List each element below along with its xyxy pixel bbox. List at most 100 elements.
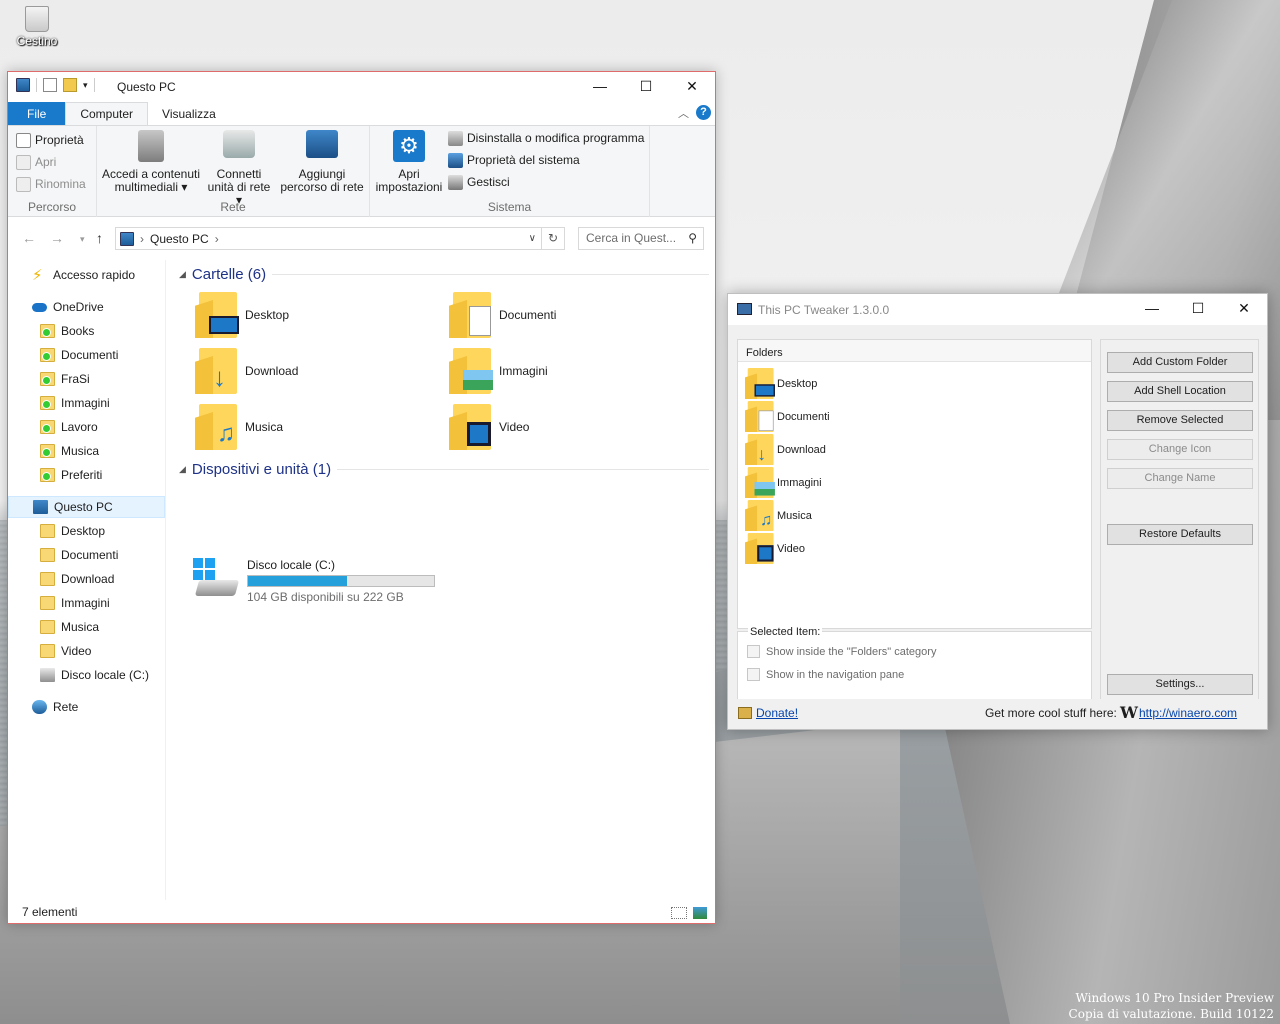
maximize-button[interactable]: ☐	[1175, 294, 1221, 322]
recent-locations-icon[interactable]: ▾	[80, 234, 85, 245]
folders-list-header: Folders	[738, 340, 1091, 362]
map-network-drive-button[interactable]: Connetti unità di rete ▾	[203, 130, 275, 207]
maximize-button[interactable]: ☐	[623, 72, 669, 100]
address-bar[interactable]: › Questo PC › ∨	[115, 227, 542, 250]
up-arrow-icon[interactable]: ↑	[96, 230, 103, 246]
address-dropdown-icon[interactable]: ∨	[529, 233, 536, 244]
change-icon-button[interactable]: Change Icon	[1107, 439, 1253, 460]
folder-tile[interactable]: Documenti	[449, 292, 556, 338]
open-button[interactable]: Apri	[16, 151, 86, 173]
nav-item[interactable]: FraSi	[40, 368, 90, 390]
breadcrumb-this-pc[interactable]: Questo PC	[150, 232, 209, 246]
pictures-folder-icon	[449, 348, 493, 394]
show-in-folders-checkbox[interactable]: Show inside the "Folders" category	[747, 645, 936, 658]
collapse-ribbon-icon[interactable]: ︿	[678, 105, 689, 121]
nav-item[interactable]: Immagini	[40, 592, 110, 614]
settings-button[interactable]: Settings...	[1107, 674, 1253, 695]
properties-icon[interactable]	[43, 78, 57, 92]
nav-item[interactable]: Documenti	[40, 344, 118, 366]
manage-button[interactable]: Gestisci	[448, 171, 644, 193]
minimize-button[interactable]: —	[577, 72, 623, 100]
new-folder-icon[interactable]	[63, 78, 77, 92]
change-name-button[interactable]: Change Name	[1107, 468, 1253, 489]
minimize-button[interactable]: —	[1129, 294, 1175, 322]
network-icon	[32, 700, 47, 714]
restore-defaults-button[interactable]: Restore Defaults	[1107, 524, 1253, 545]
list-item[interactable]: Documenti	[745, 401, 830, 432]
nav-onedrive[interactable]: OneDrive	[32, 296, 104, 318]
devices-section-header[interactable]: ◢ Dispositivi e unità (1)	[179, 461, 709, 478]
folder-tile[interactable]: ↓ Download	[195, 348, 298, 394]
navigation-bar: ← → ▾ ↑ › Questo PC › ∨ ↻ Cerca in Quest…	[8, 217, 715, 259]
watermark-line-1: Windows 10 Pro Insider Preview	[1075, 991, 1274, 1005]
show-in-nav-pane-checkbox[interactable]: Show in the navigation pane	[747, 668, 904, 681]
nav-item[interactable]: Lavoro	[40, 416, 98, 438]
tab-file[interactable]: File	[8, 102, 66, 125]
nav-item[interactable]: Musica	[40, 616, 99, 638]
nav-network[interactable]: Rete	[32, 696, 78, 718]
rename-button[interactable]: Rinomina	[16, 173, 86, 195]
folder-tile[interactable]: Immagini	[449, 348, 548, 394]
tab-computer[interactable]: Computer	[65, 102, 149, 125]
nav-item[interactable]: Disco locale (C:)	[40, 664, 149, 686]
nav-item[interactable]: Video	[40, 640, 91, 662]
documents-folder-icon	[745, 401, 774, 432]
nav-item[interactable]: Desktop	[40, 520, 105, 542]
view-switcher	[671, 907, 707, 919]
ribbon-group-network: Accedi a contenuti multimediali ▾ Connet…	[97, 126, 370, 217]
open-settings-button[interactable]: ⚙ Apri impostazioni	[373, 130, 445, 194]
folders-list[interactable]: Folders Desktop Documenti ↓ Download Immagin…	[737, 339, 1092, 629]
nav-item[interactable]: Books	[40, 320, 94, 342]
nav-item[interactable]: Immagini	[40, 392, 110, 414]
donate-link[interactable]: Donate!	[756, 706, 798, 720]
watermark-line-2: Copia di valutazione. Build 10122	[1068, 1007, 1274, 1021]
list-item[interactable]: Immagini	[745, 467, 822, 498]
list-item[interactable]: Desktop	[745, 368, 817, 399]
recycle-bin[interactable]: Cestino	[12, 6, 62, 48]
folder-tile[interactable]: ♫ Musica	[195, 404, 283, 450]
drive-usage-fill	[248, 576, 347, 586]
help-icon[interactable]: ?	[696, 105, 711, 120]
add-custom-folder-button[interactable]: Add Custom Folder	[1107, 352, 1253, 373]
close-button[interactable]: ✕	[669, 72, 715, 100]
uninstall-program-button[interactable]: Disinstalla o modifica programma	[448, 127, 644, 149]
selected-item-group: Selected Item: Show inside the "Folders"…	[737, 626, 1092, 701]
list-item[interactable]: ♫ Musica	[745, 500, 812, 531]
list-item[interactable]: Video	[745, 533, 805, 564]
winaero-link[interactable]: http://winaero.com	[1139, 706, 1237, 720]
system-properties-icon	[448, 152, 463, 168]
drive-tile-c[interactable]: Disco locale (C:) 104 GB disponibili su …	[193, 558, 435, 604]
qat-dropdown-icon[interactable]: ▾	[83, 80, 88, 91]
forward-arrow-icon[interactable]: →	[50, 230, 64, 246]
nav-item[interactable]: Documenti	[40, 544, 118, 566]
media-access-button[interactable]: Accedi a contenuti multimediali ▾	[101, 130, 201, 194]
breadcrumb-chevron-icon[interactable]: ›	[215, 232, 219, 246]
network-drive-icon	[223, 130, 255, 158]
settings-gear-icon: ⚙	[393, 130, 425, 162]
nav-this-pc[interactable]: Questo PC	[8, 496, 165, 518]
folder-tile[interactable]: Desktop	[195, 292, 289, 338]
nav-quick-access[interactable]: ⚡ Accesso rapido	[32, 264, 135, 286]
tweaker-title-bar[interactable]: This PC Tweaker 1.3.0.0 — ☐ ✕	[728, 294, 1267, 325]
list-item[interactable]: ↓ Download	[745, 434, 826, 465]
properties-button[interactable]: Proprietà	[16, 129, 86, 151]
folders-section-header[interactable]: ◢ Cartelle (6)	[179, 266, 709, 283]
programs-icon	[448, 130, 463, 146]
title-bar[interactable]: ▾ Questo PC — ☐ ✕	[8, 72, 715, 102]
nav-item[interactable]: Download	[40, 568, 114, 590]
tab-view[interactable]: Visualizza	[148, 102, 230, 125]
large-icons-view-icon[interactable]	[693, 907, 707, 919]
close-button[interactable]: ✕	[1221, 294, 1267, 322]
back-arrow-icon[interactable]: ←	[22, 230, 36, 246]
system-properties-button[interactable]: Proprietà del sistema	[448, 149, 644, 171]
add-shell-location-button[interactable]: Add Shell Location	[1107, 381, 1253, 402]
details-view-icon[interactable]	[671, 907, 687, 919]
refresh-button[interactable]: ↻	[542, 227, 565, 250]
nav-item[interactable]: Preferiti	[40, 464, 102, 486]
remove-selected-button[interactable]: Remove Selected	[1107, 410, 1253, 431]
breadcrumb-chevron-icon[interactable]: ›	[140, 232, 144, 246]
add-network-location-button[interactable]: Aggiungi percorso di rete	[279, 130, 365, 194]
folder-tile[interactable]: Video	[449, 404, 529, 450]
nav-item[interactable]: Musica	[40, 440, 99, 462]
search-input[interactable]: Cerca in Quest... ⚲	[578, 227, 704, 250]
